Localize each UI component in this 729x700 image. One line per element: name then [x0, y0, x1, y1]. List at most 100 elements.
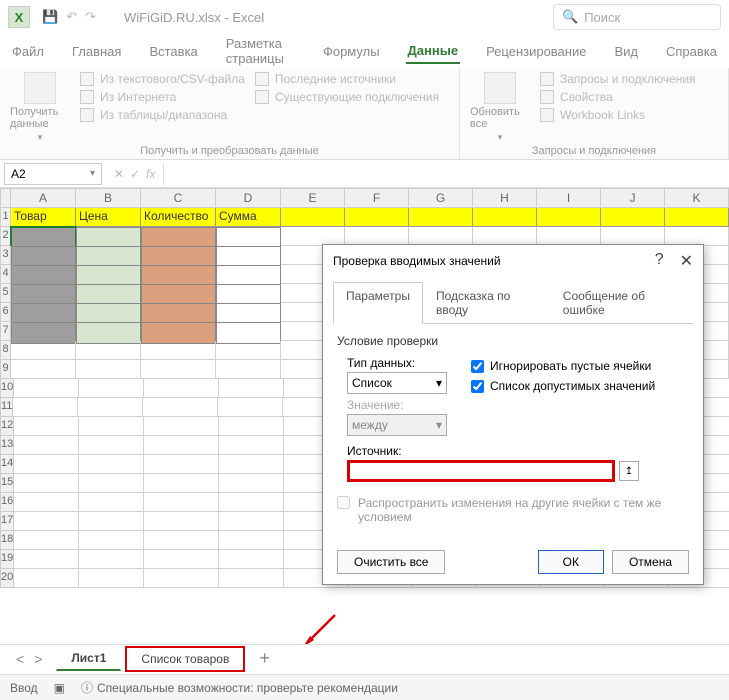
row-header[interactable]: 7 — [0, 322, 11, 341]
row-header[interactable]: 3 — [0, 246, 11, 265]
row-header[interactable]: 19 — [0, 550, 14, 569]
cell[interactable] — [219, 417, 284, 436]
cell[interactable] — [601, 208, 665, 227]
cell[interactable] — [79, 436, 144, 455]
tab-formulas[interactable]: Формулы — [321, 40, 382, 63]
cell[interactable]: Цена — [76, 208, 141, 227]
tab-file[interactable]: Файл — [10, 40, 46, 63]
col-header[interactable]: J — [601, 188, 665, 208]
row-header[interactable]: 8 — [0, 341, 11, 360]
cell[interactable] — [144, 531, 219, 550]
cell[interactable] — [144, 550, 219, 569]
tab-help[interactable]: Справка — [664, 40, 719, 63]
row-header[interactable]: 13 — [0, 436, 14, 455]
accessibility-status[interactable]: ⓘСпециальные возможности: проверьте реко… — [81, 679, 398, 696]
cell[interactable] — [144, 455, 219, 474]
col-header[interactable]: F — [345, 188, 409, 208]
sheet-tab-2[interactable]: Список товаров — [125, 646, 245, 672]
cell[interactable] — [219, 569, 284, 588]
refresh-all-button[interactable]: Обновить все ▾ — [470, 72, 530, 143]
cell[interactable] — [216, 341, 281, 360]
cell[interactable] — [76, 341, 141, 360]
tab-insert[interactable]: Вставка — [147, 40, 199, 63]
cell[interactable] — [219, 493, 284, 512]
recent-sources-button[interactable]: Последние источники — [255, 72, 439, 86]
cell[interactable] — [79, 512, 144, 531]
row-header[interactable]: 17 — [0, 512, 14, 531]
from-table-button[interactable]: Из таблицы/диапазона — [80, 108, 245, 122]
from-csv-button[interactable]: Из текстового/CSV-файла — [80, 72, 245, 86]
cell[interactable] — [219, 531, 284, 550]
row-header[interactable]: 16 — [0, 493, 14, 512]
col-header[interactable]: B — [76, 188, 141, 208]
cell[interactable] — [13, 398, 78, 417]
cancel-icon[interactable]: ✕ — [114, 167, 124, 181]
row-header[interactable]: 2 — [0, 227, 11, 246]
cell[interactable] — [79, 379, 144, 398]
row-header[interactable]: 15 — [0, 474, 14, 493]
cell[interactable] — [219, 512, 284, 531]
tab-view[interactable]: Вид — [612, 40, 640, 63]
cell[interactable] — [79, 455, 144, 474]
cell[interactable] — [218, 398, 283, 417]
cell[interactable] — [143, 398, 218, 417]
ignore-blank-checkbox[interactable]: Игнорировать пустые ячейки — [471, 359, 655, 373]
cell[interactable] — [219, 474, 284, 493]
cell[interactable] — [76, 360, 141, 379]
dialog-tab-params[interactable]: Параметры — [333, 282, 423, 324]
cell[interactable] — [141, 360, 216, 379]
row-header[interactable]: 18 — [0, 531, 14, 550]
col-header[interactable]: I — [537, 188, 601, 208]
cell[interactable] — [537, 208, 601, 227]
in-cell-dropdown-checkbox[interactable]: Список допустимых значений — [471, 379, 655, 393]
workbook-links-button[interactable]: Workbook Links — [540, 108, 696, 122]
cell[interactable] — [78, 398, 143, 417]
cell[interactable] — [14, 569, 79, 588]
col-header[interactable]: H — [473, 188, 537, 208]
clear-all-button[interactable]: Очистить все — [337, 550, 445, 574]
cell[interactable] — [14, 417, 79, 436]
row-header[interactable]: 14 — [0, 455, 14, 474]
col-header[interactable]: G — [409, 188, 473, 208]
tab-home[interactable]: Главная — [70, 40, 123, 63]
cell[interactable] — [14, 531, 79, 550]
row-header[interactable]: 5 — [0, 284, 11, 303]
cell[interactable] — [79, 474, 144, 493]
cell[interactable] — [79, 531, 144, 550]
cell[interactable] — [14, 436, 79, 455]
dialog-tab-error-msg[interactable]: Сообщение об ошибке — [550, 282, 693, 324]
cell[interactable] — [665, 208, 729, 227]
cell[interactable] — [79, 550, 144, 569]
cell[interactable] — [473, 208, 537, 227]
existing-connections-button[interactable]: Существующие подключения — [255, 90, 439, 104]
row-header[interactable]: 10 — [0, 379, 14, 398]
tab-data[interactable]: Данные — [406, 39, 461, 64]
name-box[interactable]: A2▾ — [4, 163, 102, 185]
cell[interactable] — [345, 208, 409, 227]
range-selector-icon[interactable]: ↥ — [619, 461, 639, 481]
cell[interactable] — [144, 417, 219, 436]
row-header[interactable]: 1 — [0, 208, 11, 227]
cell[interactable] — [79, 569, 144, 588]
ok-button[interactable]: ОК — [538, 550, 604, 574]
row-header[interactable]: 9 — [0, 360, 11, 379]
cell[interactable] — [14, 455, 79, 474]
col-header[interactable]: K — [665, 188, 729, 208]
row-header[interactable]: 11 — [0, 398, 13, 417]
tab-review[interactable]: Рецензирование — [484, 40, 588, 63]
fx-icon[interactable]: fx — [146, 167, 155, 181]
cell[interactable] — [144, 379, 219, 398]
cell[interactable]: Товар — [11, 208, 76, 227]
help-icon[interactable]: ? — [655, 251, 664, 271]
cell[interactable] — [219, 436, 284, 455]
row-header[interactable]: 6 — [0, 303, 11, 322]
cell[interactable] — [144, 436, 219, 455]
cell[interactable] — [219, 455, 284, 474]
cell[interactable] — [219, 550, 284, 569]
formula-input[interactable] — [163, 163, 729, 185]
cell[interactable] — [11, 360, 76, 379]
cell[interactable] — [144, 474, 219, 493]
cell[interactable] — [79, 417, 144, 436]
properties-button[interactable]: Свойства — [540, 90, 696, 104]
close-icon[interactable]: ✕ — [680, 251, 693, 271]
